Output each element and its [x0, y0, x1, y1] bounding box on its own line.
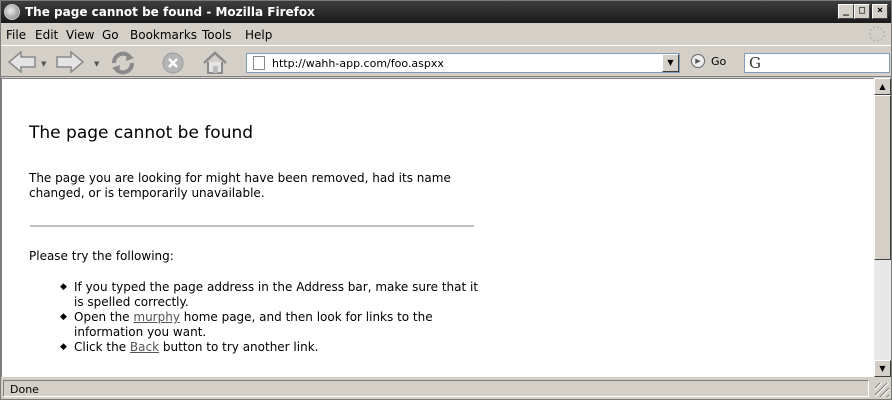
list-item: ◆ Open the murphy home page, and then lo… [60, 310, 480, 340]
throbber-icon [869, 26, 885, 42]
page-heading: The page cannot be found [29, 123, 254, 143]
go-button[interactable]: ▶ Go [691, 54, 726, 68]
bullet-icon: ◆ [60, 312, 67, 322]
menu-help[interactable]: Help [245, 28, 272, 42]
list-item: ◆ If you typed the page address in the A… [60, 280, 480, 310]
search-box[interactable]: G [744, 53, 890, 73]
google-search-icon[interactable]: G [749, 54, 761, 72]
bullet-icon: ◆ [60, 342, 67, 352]
vertical-scrollbar[interactable]: ▲ ▼ [874, 78, 891, 377]
suggestion-text-pre: Open the [74, 310, 134, 324]
reload-icon[interactable] [109, 51, 137, 79]
title-bar[interactable]: The page cannot be found - Mozilla Firef… [1, 1, 891, 23]
home-page-link[interactable]: murphy [133, 310, 180, 324]
menu-file[interactable]: File [6, 28, 26, 42]
back-dropdown-icon[interactable]: ▼ [41, 60, 46, 68]
resize-grip-icon[interactable] [875, 383, 889, 397]
status-bar: Done [1, 378, 891, 399]
menu-tools[interactable]: Tools [202, 28, 232, 42]
back-arrow-icon[interactable] [7, 50, 39, 77]
go-label: Go [711, 54, 727, 68]
status-text: Done [10, 383, 39, 396]
suggestion-text-post: button to try another link. [159, 340, 319, 354]
scroll-thumb[interactable] [874, 95, 891, 260]
menu-bar: File Edit View Go Bookmarks Tools Help [1, 23, 891, 45]
address-dropdown-button[interactable]: ▼ [662, 54, 679, 72]
menu-edit[interactable]: Edit [35, 28, 58, 42]
status-panel: Done [3, 380, 869, 397]
close-button[interactable]: × [872, 4, 888, 19]
menu-view[interactable]: View [66, 28, 94, 42]
page-icon [253, 56, 265, 70]
suggestions-list: ◆ If you typed the page address in the A… [60, 280, 480, 355]
window-title: The page cannot be found - Mozilla Firef… [25, 5, 315, 19]
back-link[interactable]: Back [130, 340, 159, 354]
page-content: The page cannot be found The page you ar… [1, 78, 874, 377]
list-item: ◆ Click the Back button to try another l… [60, 340, 480, 355]
firefox-icon [4, 4, 20, 20]
try-label: Please try the following: [29, 249, 174, 263]
scroll-up-button[interactable]: ▲ [874, 78, 891, 95]
go-arrow-icon: ▶ [691, 54, 705, 68]
minimize-button[interactable]: _ [838, 4, 854, 19]
menu-go[interactable]: Go [102, 28, 119, 42]
address-bar[interactable]: http://wahh-app.com/foo.aspxx ▼ [246, 53, 680, 73]
url-text[interactable]: http://wahh-app.com/foo.aspxx [272, 57, 444, 70]
browser-window: The page cannot be found - Mozilla Firef… [0, 0, 892, 400]
bullet-icon: ◆ [60, 282, 67, 292]
divider [30, 225, 474, 227]
suggestion-text: If you typed the page address in the Add… [74, 280, 479, 309]
scroll-down-button[interactable]: ▼ [874, 360, 891, 377]
error-message: The page you are looking for might have … [29, 171, 451, 200]
forward-arrow-icon[interactable] [53, 50, 85, 77]
forward-dropdown-icon[interactable]: ▼ [94, 60, 99, 68]
stop-icon[interactable] [161, 51, 185, 79]
suggestion-text-pre: Click the [74, 340, 130, 354]
home-icon[interactable] [201, 51, 229, 79]
maximize-button[interactable]: □ [854, 4, 870, 19]
navigation-toolbar: ▼ ▼ http://wahh-app.com/foo.aspxx ▼ ▶ Go… [1, 45, 891, 77]
window-controls: _ □ × [838, 4, 888, 19]
menu-bookmarks[interactable]: Bookmarks [130, 28, 197, 42]
